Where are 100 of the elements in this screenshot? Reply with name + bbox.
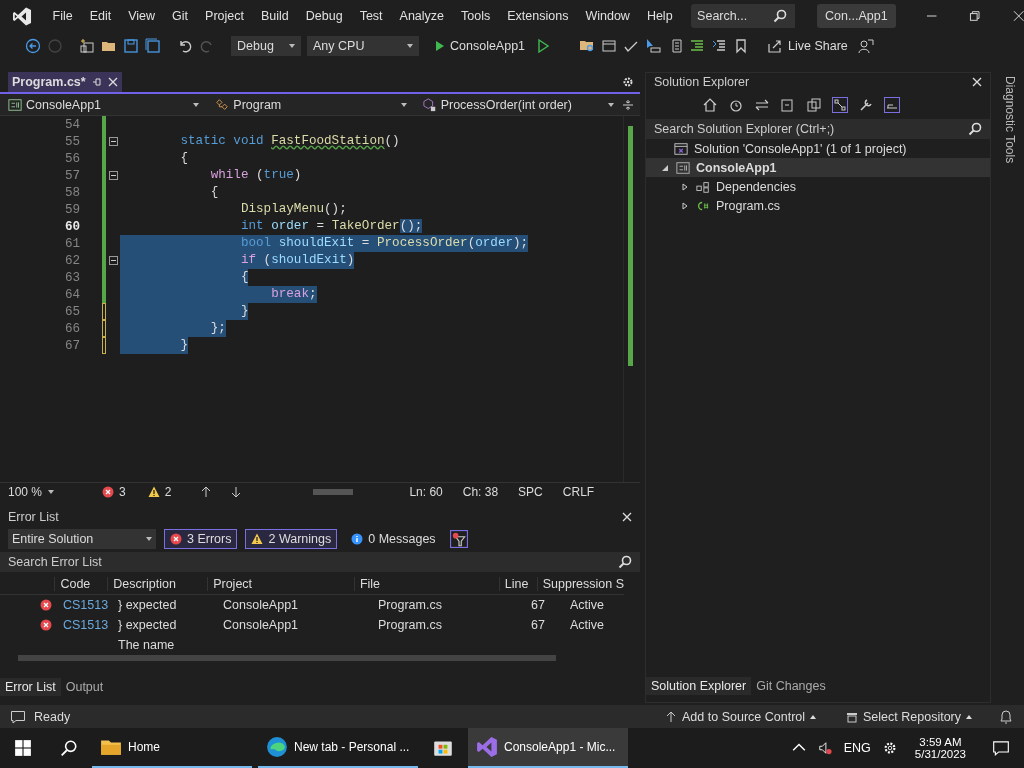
collapse-all-icon[interactable]: [780, 97, 796, 113]
clock-time[interactable]: 3:59 AM: [919, 736, 962, 748]
warning-count[interactable]: 2: [147, 484, 172, 499]
collapse-icon[interactable]: [108, 171, 118, 180]
panel-tab[interactable]: Git Changes: [751, 677, 831, 695]
error-count[interactable]: 3: [102, 484, 126, 499]
menu-item[interactable]: Git: [163, 9, 197, 23]
folder-search-icon[interactable]: [579, 38, 596, 54]
home-icon[interactable]: [702, 97, 718, 113]
speaker-muted-icon[interactable]: [817, 741, 832, 755]
window-icon[interactable]: [601, 38, 618, 54]
zoom-dropdown[interactable]: 100 %: [8, 484, 90, 499]
back-icon[interactable]: [25, 38, 41, 54]
document-tab[interactable]: Program.cs*: [8, 72, 122, 92]
column-header[interactable]: File: [353, 577, 499, 591]
search-icon[interactable]: [968, 122, 983, 136]
column-header[interactable]: Line: [498, 577, 537, 591]
new-item-icon[interactable]: [79, 38, 95, 54]
type-dropdown[interactable]: Program: [207, 97, 415, 112]
menu-item[interactable]: Debug: [297, 9, 352, 23]
filter-toggle[interactable]: 2 Warnings: [245, 529, 338, 549]
panel-tab[interactable]: Solution Explorer: [646, 677, 752, 695]
menu-item[interactable]: View: [119, 9, 164, 23]
source-control-button[interactable]: Add to Source Control: [661, 709, 821, 724]
split-icon[interactable]: [622, 98, 634, 111]
tree-item[interactable]: Solution 'ConsoleApp1' (1 of 1 project): [646, 139, 991, 158]
tree-item[interactable]: Dependencies: [646, 177, 991, 196]
close-icon[interactable]: [107, 77, 118, 87]
start-icon[interactable]: [14, 739, 32, 757]
gear-icon[interactable]: [882, 741, 897, 755]
line-ending-indicator[interactable]: CRLF: [562, 484, 595, 499]
copy-icon[interactable]: [806, 97, 822, 113]
language-indicator[interactable]: ENG: [843, 741, 871, 755]
taskbar-app[interactable]: New tab - Personal ...: [258, 728, 418, 768]
close-icon[interactable]: [622, 512, 632, 522]
collapsed-arrow-icon[interactable]: [681, 201, 689, 210]
close-icon[interactable]: [1012, 10, 1024, 22]
search-input[interactable]: Search Solution Explorer (Ctrl+;): [654, 122, 969, 136]
restore-icon[interactable]: [969, 10, 981, 22]
menu-item[interactable]: Help: [638, 9, 682, 23]
menu-item[interactable]: Tools: [452, 9, 499, 23]
menu-item[interactable]: Window: [576, 9, 639, 23]
repository-button[interactable]: Select Repository: [842, 709, 976, 724]
search-field[interactable]: Search Error List: [0, 552, 640, 572]
filter-toggle[interactable]: 0 Messages: [345, 529, 442, 549]
gear-icon[interactable]: [622, 76, 634, 88]
save-icon[interactable]: [123, 38, 139, 54]
down-arrow-icon[interactable]: [231, 485, 242, 498]
collapse-icon[interactable]: [108, 256, 118, 265]
expanded-arrow-icon[interactable]: [661, 163, 669, 172]
sync-icon[interactable]: [754, 97, 770, 113]
preview-icon[interactable]: [884, 97, 900, 113]
taskbar-app[interactable]: Home: [92, 728, 252, 768]
column-header[interactable]: Project: [207, 577, 354, 591]
scope-dropdown[interactable]: Entire Solution: [8, 529, 156, 549]
platform-dropdown[interactable]: Any CPU: [307, 36, 419, 56]
menu-item[interactable]: File: [44, 9, 82, 23]
search-icon[interactable]: [60, 739, 78, 757]
project-dropdown[interactable]: ConsoleApp1: [0, 97, 208, 112]
save-all-icon[interactable]: [145, 38, 161, 54]
cursor-icon[interactable]: [645, 38, 662, 54]
undo-icon[interactable]: [177, 38, 193, 54]
history-icon[interactable]: [728, 97, 744, 113]
column-header[interactable]: Suppression S: [536, 577, 624, 591]
up-arrow-icon[interactable]: [201, 485, 212, 498]
column-header[interactable]: Code: [54, 577, 108, 591]
menu-item[interactable]: Test: [351, 9, 392, 23]
notification-icon[interactable]: [992, 739, 1010, 757]
menu-item[interactable]: Analyze: [391, 9, 453, 23]
collapsed-arrow-icon[interactable]: [681, 182, 689, 191]
hierarchy-icon[interactable]: [832, 97, 848, 113]
column-header[interactable]: Description: [107, 577, 208, 591]
search-input[interactable]: Search Error List: [8, 555, 618, 569]
search-icon[interactable]: [618, 555, 632, 569]
menu-item[interactable]: Project: [196, 9, 253, 23]
search-field[interactable]: Search Solution Explorer (Ctrl+;): [646, 119, 991, 139]
menu-item[interactable]: Edit: [81, 9, 120, 23]
outdent-icon[interactable]: [711, 38, 728, 54]
menu-item[interactable]: Extensions: [498, 9, 577, 23]
live-share-button[interactable]: Live Share: [763, 38, 852, 54]
side-tab[interactable]: Diagnostic Tools: [1003, 72, 1018, 164]
indent-icon[interactable]: [689, 38, 706, 54]
configuration-dropdown[interactable]: Debug: [231, 36, 301, 56]
search-field[interactable]: Search...: [691, 4, 770, 28]
error-code-link[interactable]: CS1513: [63, 618, 109, 632]
close-icon[interactable]: [972, 77, 983, 87]
error-code-link[interactable]: CS1513: [63, 598, 109, 612]
tree-item[interactable]: Program.cs: [646, 196, 991, 215]
member-dropdown[interactable]: ProcessOrder(int order): [414, 97, 622, 112]
search-icon[interactable]: [769, 4, 796, 28]
pin-icon[interactable]: [91, 77, 102, 87]
collapse-icon[interactable]: [108, 137, 118, 146]
taskbar-app[interactable]: ConsoleApp1 - Mic...: [468, 728, 628, 768]
feedback-icon[interactable]: [857, 38, 874, 54]
filter-toggle[interactable]: 3 Errors: [164, 529, 238, 549]
filter-icon[interactable]: [449, 530, 468, 548]
panel-tab[interactable]: Output: [60, 678, 109, 696]
menu-item[interactable]: Build: [252, 9, 298, 23]
indent-indicator[interactable]: SPC: [518, 484, 543, 499]
tree-item[interactable]: ConsoleApp1: [646, 158, 991, 177]
